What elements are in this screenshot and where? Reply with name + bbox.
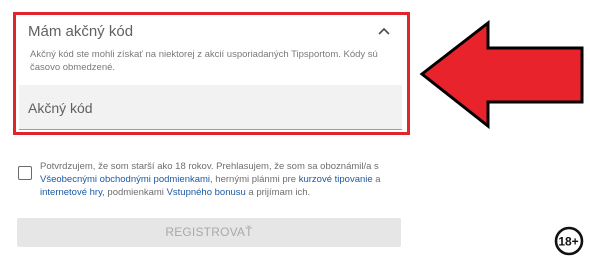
consent-text-part: Potvrdzujem, že som starší ako 18 rokov.… xyxy=(40,161,379,172)
consent-text-part: , hernými plánmi pre xyxy=(210,174,299,185)
promo-code-toggle-label[interactable]: Mám akčný kód xyxy=(28,23,133,40)
age-consent-checkbox[interactable] xyxy=(18,166,32,180)
chevron-up-icon[interactable] xyxy=(376,24,392,38)
register-button[interactable]: REGISTROVAŤ xyxy=(17,218,401,247)
consent-text-part: a prijímam ich. xyxy=(245,187,311,198)
left-arrow-icon xyxy=(419,20,584,130)
age-consent-text: Potvrdzujem, že som starší ako 18 rokov.… xyxy=(40,160,405,199)
entry-bonus-link[interactable]: Vstupného bonusu xyxy=(167,187,246,198)
consent-text-part: , podmienkami xyxy=(102,187,167,198)
promo-code-field[interactable] xyxy=(19,85,402,130)
internet-games-link[interactable]: internetové hry xyxy=(40,187,102,198)
promo-code-section: Mám akčný kód Akčný kód ste mohli získať… xyxy=(13,12,410,135)
age-badge-label: 18+ xyxy=(558,235,578,249)
consent-text-part: a xyxy=(372,174,381,185)
age-restriction-icon: 18+ xyxy=(554,226,584,256)
course-betting-link[interactable]: kurzové tipovanie xyxy=(299,174,373,185)
promo-code-description: Akčný kód ste mohli získať na niektorej … xyxy=(30,49,378,73)
terms-link[interactable]: Všeobecnými obchodnými podmienkami xyxy=(40,174,210,185)
promo-code-input[interactable] xyxy=(28,98,388,118)
